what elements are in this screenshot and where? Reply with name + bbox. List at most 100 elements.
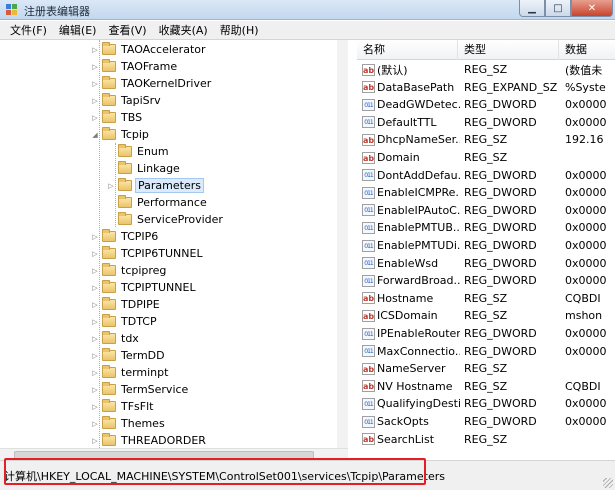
value-row[interactable]: 011 EnablePMTUB... REG_DWORD 0x0000 <box>357 219 615 236</box>
tree-item[interactable]: Enum <box>106 143 171 160</box>
binary-value-icon: 011 <box>362 186 375 199</box>
tree-item[interactable]: Performance <box>106 194 209 211</box>
value-row[interactable]: 011 IPEnableRouter REG_DWORD 0x0000 <box>357 325 615 342</box>
value-row[interactable]: 011 DefaultTTL REG_DWORD 0x0000 <box>357 114 615 131</box>
value-row[interactable]: 011 EnableICMPRe... REG_DWORD 0x0000 <box>357 184 615 201</box>
expand-arrow-icon[interactable]: ▷ <box>90 233 100 241</box>
tree-item[interactable]: ▷ TDPIPE <box>90 296 162 313</box>
value-row[interactable]: ab Domain REG_SZ <box>357 149 615 166</box>
value-type: REG_SZ <box>464 151 508 164</box>
value-row[interactable]: 011 MaxConnectio... REG_DWORD 0x0000 <box>357 343 615 360</box>
expand-arrow-icon[interactable]: ▷ <box>90 63 100 71</box>
registry-editor-icon <box>6 4 17 15</box>
expand-arrow-icon[interactable]: ▷ <box>90 386 100 394</box>
tree-vertical-scrollbar[interactable] <box>337 40 348 448</box>
value-name: ForwardBroad... <box>377 274 460 288</box>
value-row[interactable]: 011 EnablePMTUDi... REG_DWORD 0x0000 <box>357 237 615 254</box>
menu-file[interactable]: 文件(F) <box>4 21 53 40</box>
expand-arrow-icon[interactable]: ▷ <box>90 250 100 258</box>
value-name: DhcpNameSer... <box>377 133 460 147</box>
value-row[interactable]: ab (默认) REG_SZ (数值未 <box>357 61 615 78</box>
value-row[interactable]: 011QualifyingDesti... REG_DWORD 0x0000 <box>357 395 615 412</box>
tree-item[interactable]: ▷ Parameters <box>106 177 204 194</box>
column-header-data[interactable]: 数据 <box>559 40 615 60</box>
value-row[interactable]: ab DataBasePath REG_EXPAND_SZ %Syste <box>357 79 615 96</box>
tree-item[interactable]: ◢ Tcpip <box>90 126 151 143</box>
value-row[interactable]: 011 SackOpts REG_DWORD 0x0000 <box>357 413 615 430</box>
expand-arrow-icon[interactable]: ▷ <box>90 318 100 326</box>
expand-arrow-icon[interactable]: ▷ <box>90 403 100 411</box>
maximize-button[interactable]: □ <box>545 0 571 17</box>
expand-arrow-icon[interactable]: ▷ <box>90 369 100 377</box>
tree-item[interactable]: ▷ TCPIP6TUNNEL <box>90 245 205 262</box>
value-row[interactable]: ab Hostname REG_SZ CQBDI <box>357 290 615 307</box>
expand-arrow-icon[interactable]: ▷ <box>90 284 100 292</box>
expand-arrow-icon[interactable]: ▷ <box>90 301 100 309</box>
expand-arrow-icon[interactable]: ▷ <box>90 46 100 54</box>
tree-item[interactable]: ▷ TFsFlt <box>90 398 155 415</box>
tree-item[interactable]: ▷ TBS <box>90 109 144 126</box>
value-row[interactable]: 011 DeadGWDetec... REG_DWORD 0x0000 <box>357 96 615 113</box>
registry-value-list[interactable]: 名称 类型 数据 ab (默认) REG_SZ (数值未 ab DataBasePath R… <box>357 40 615 448</box>
column-header-name[interactable]: 名称 <box>357 40 458 60</box>
tree-item[interactable]: ▷ tcpipreg <box>90 262 168 279</box>
tree-item[interactable]: ▷ TermDD <box>90 347 167 364</box>
tree-item[interactable]: ▷ Themes <box>90 415 167 432</box>
folder-icon <box>102 382 116 395</box>
value-row[interactable]: ab SearchList REG_SZ <box>357 431 615 448</box>
value-type: REG_DWORD <box>464 115 537 129</box>
tree-item[interactable]: ▷ terminpt <box>90 364 170 381</box>
expand-arrow-icon[interactable]: ▷ <box>90 114 100 122</box>
tree-item[interactable]: ▷ TapiSrv <box>90 92 163 109</box>
tree-item[interactable]: ▷ TAOAccelerator <box>90 41 208 58</box>
binary-value-icon: 011 <box>362 274 375 287</box>
resize-grip[interactable] <box>603 478 613 488</box>
minimize-button[interactable]: ▁ <box>519 0 545 17</box>
menu-help[interactable]: 帮助(H) <box>214 21 265 40</box>
tree-item[interactable]: ▷ THREADORDER <box>90 432 208 448</box>
column-header-type[interactable]: 类型 <box>458 40 559 60</box>
expand-arrow-icon[interactable]: ▷ <box>90 267 100 275</box>
value-row[interactable]: ab DhcpNameSer... REG_SZ 192.16 <box>357 131 615 148</box>
tree-item[interactable]: ServiceProvider <box>106 211 225 228</box>
expand-arrow-icon[interactable]: ▷ <box>90 335 100 343</box>
tree-item[interactable]: ▷ TAOKernelDriver <box>90 75 213 92</box>
collapse-arrow-icon[interactable]: ◢ <box>90 131 100 139</box>
tree-item-label: Performance <box>137 196 207 209</box>
value-data: 0x0000 <box>565 203 607 217</box>
expand-arrow-icon[interactable]: ▷ <box>106 182 116 190</box>
path-highlight-box <box>4 458 426 485</box>
folder-icon <box>102 280 116 293</box>
expand-arrow-icon[interactable]: ▷ <box>90 420 100 428</box>
tree-item[interactable]: ▷ TCPIP6 <box>90 228 160 245</box>
tree-item[interactable]: ▷ TDTCP <box>90 313 159 330</box>
value-row[interactable]: 011 DontAddDefau... REG_DWORD 0x0000 <box>357 167 615 184</box>
tree-item[interactable]: ▷ TCPIPTUNNEL <box>90 279 198 296</box>
menu-favorites[interactable]: 收藏夹(A) <box>153 21 214 40</box>
value-row[interactable]: 011 EnableIPAutoC... REG_DWORD 0x0000 <box>357 202 615 219</box>
value-type: REG_DWORD <box>464 239 537 252</box>
expand-arrow-icon[interactable]: ▷ <box>90 352 100 360</box>
value-row[interactable]: ab NameServer REG_SZ <box>357 360 615 377</box>
value-row[interactable]: ab ICSDomain REG_SZ mshon <box>357 307 615 324</box>
expand-arrow-icon[interactable]: ▷ <box>90 97 100 105</box>
value-data: 0x0000 <box>565 256 607 270</box>
menu-edit[interactable]: 编辑(E) <box>53 21 103 40</box>
value-data: 0x0000 <box>565 98 607 112</box>
tree-item-label: TDTCP <box>121 315 157 328</box>
expand-arrow-icon[interactable]: ▷ <box>90 80 100 88</box>
tree-item[interactable]: Linkage <box>106 160 182 177</box>
tree-item[interactable]: ▷ tdx <box>90 330 141 347</box>
value-data: 0x0000 <box>565 115 607 129</box>
value-row[interactable]: ab NV Hostname REG_SZ CQBDI <box>357 378 615 395</box>
expand-arrow-icon[interactable]: ▷ <box>90 437 100 445</box>
value-type: REG_SZ <box>464 379 508 393</box>
menu-view[interactable]: 查看(V) <box>102 21 152 40</box>
value-row[interactable]: 011 ForwardBroad... REG_DWORD 0x0000 <box>357 272 615 289</box>
value-type: REG_SZ <box>464 362 508 376</box>
tree-item[interactable]: ▷ TAOFrame <box>90 58 179 75</box>
value-row[interactable]: 011 EnableWsd REG_DWORD 0x0000 <box>357 255 615 272</box>
registry-key-tree[interactable]: ▷ TAOAccelerator ▷ TAOFrame ▷ TAOKernelDriver… <box>0 40 348 448</box>
tree-item[interactable]: ▷ TermService <box>90 381 190 398</box>
close-button[interactable]: ✕ <box>571 0 613 17</box>
